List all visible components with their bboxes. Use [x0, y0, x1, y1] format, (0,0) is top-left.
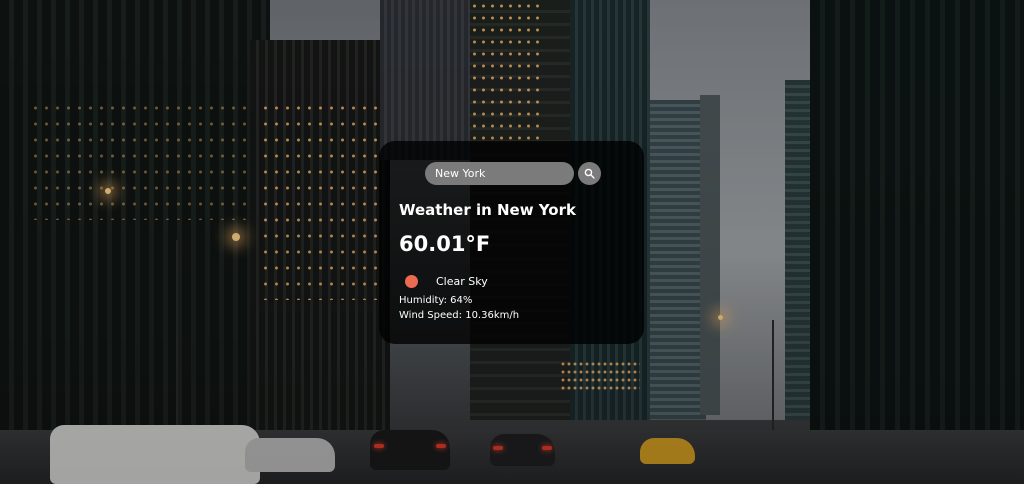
condition-row: Clear Sky [405, 274, 488, 288]
weather-card: Weather in New York 60.01°F Clear Sky Hu… [379, 141, 644, 344]
condition-text: Clear Sky [436, 274, 488, 288]
weather-title: Weather in New York [399, 201, 576, 219]
search-bar [425, 162, 601, 185]
temperature: 60.01°F [399, 232, 491, 256]
search-input[interactable] [425, 162, 574, 185]
wind-speed: Wind Speed: 10.36km/h [399, 310, 520, 321]
search-icon [584, 168, 595, 179]
search-button[interactable] [578, 162, 601, 185]
humidity: Humidity: 64% [399, 295, 473, 306]
sun-icon [405, 274, 418, 288]
